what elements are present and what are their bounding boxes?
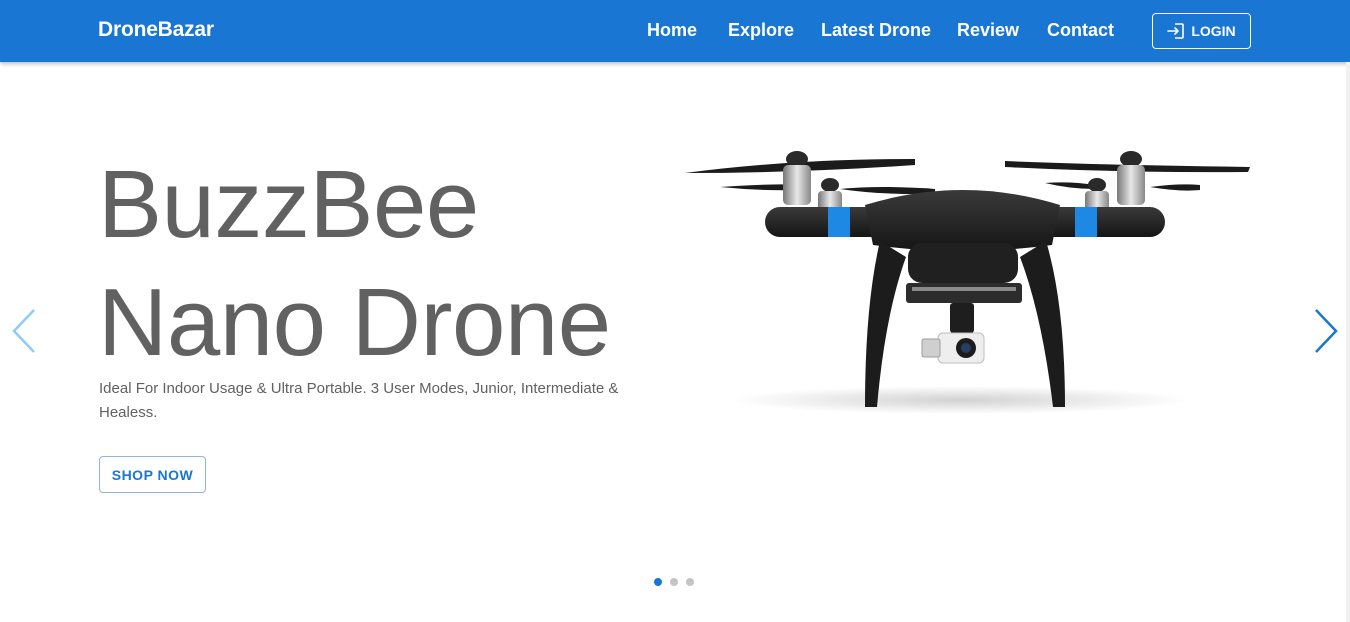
nav-link-review[interactable]: Review — [957, 20, 1019, 41]
brand-logo[interactable]: DroneBazar — [98, 18, 214, 42]
nav-link-explore[interactable]: Explore — [728, 20, 794, 41]
hero-title-line1: BuzzBee — [98, 151, 479, 258]
navbar: DroneBazar Home Explore Latest Drone Rev… — [0, 0, 1350, 62]
login-button[interactable]: LOGIN — [1152, 13, 1251, 49]
hero-title: BuzzBee Nano Drone — [98, 146, 611, 382]
chevron-left-icon — [8, 309, 40, 359]
carousel-dot-1[interactable] — [654, 578, 662, 586]
hero-title-line2: Nano Drone — [98, 269, 611, 376]
nav-link-home[interactable]: Home — [647, 20, 697, 41]
login-label: LOGIN — [1191, 23, 1236, 39]
shop-now-button[interactable]: SHOP NOW — [99, 456, 206, 493]
drone-image — [680, 145, 1255, 425]
login-icon — [1167, 23, 1185, 39]
hero-description: Ideal For Indoor Usage & Ultra Portable.… — [99, 380, 619, 421]
carousel-prev-button[interactable] — [8, 307, 40, 360]
chevron-right-icon — [1310, 309, 1342, 359]
page-scrollbar[interactable] — [1346, 62, 1350, 622]
carousel-dot-2[interactable] — [670, 578, 678, 586]
carousel-next-button[interactable] — [1310, 307, 1342, 360]
nav-link-latest-drone[interactable]: Latest Drone — [821, 20, 931, 41]
carousel-dot-3[interactable] — [686, 578, 694, 586]
nav-link-contact[interactable]: Contact — [1047, 20, 1114, 41]
